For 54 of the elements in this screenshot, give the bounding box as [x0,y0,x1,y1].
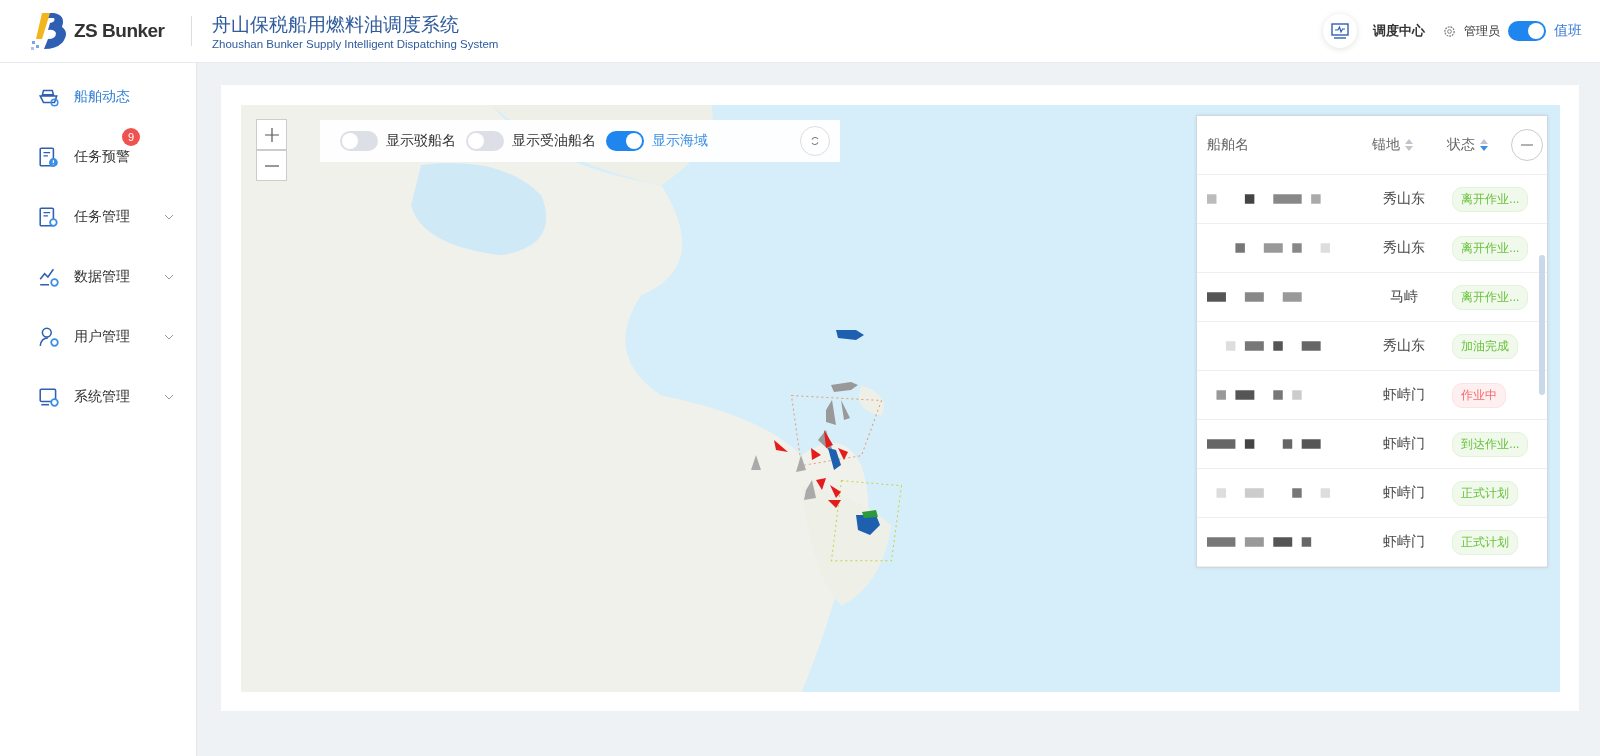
status-tag: 加油完成 [1452,333,1519,359]
sidebar-item[interactable]: 用户管理 [0,307,196,367]
monitor-button[interactable] [1323,14,1357,48]
zoom-out-button[interactable] [256,150,287,181]
anchorage-cell-text: 虾峙门 [1382,484,1427,502]
minus-icon [1521,144,1533,146]
status-tag: 作业中 [1452,382,1507,408]
column-header[interactable]: 船舶名 [1207,136,1372,154]
toggle-label: 显示海域 [652,132,708,150]
status-tag: 离开作业... [1452,235,1529,261]
app-subtitle: Zhoushan Bunker Supply Intelligent Dispatching System [212,38,499,50]
status-tag: 正式计划 [1452,529,1519,555]
toggle-label: 显示驳船名 [386,132,456,150]
collapse-button[interactable] [1511,129,1543,161]
status-tag: 到达作业... [1452,431,1529,457]
zoom-in-button[interactable] [256,119,287,150]
alert-list-icon [38,146,60,168]
duty-label: 值班 [1554,22,1582,40]
status-tag: 离开作业... [1452,186,1529,212]
chart-settings-icon [38,266,60,288]
sidebar-item[interactable]: 任务管理 [0,187,196,247]
anchorage-cell-text: 马峙 [1389,288,1420,306]
anchorage-cell-text: 秀山东 [1382,190,1427,208]
user-settings-icon [38,326,60,348]
toggle-label: 显示受油船名 [512,132,596,150]
anchorage-cell-text: 秀山东 [1382,239,1427,257]
column-header[interactable]: 锚地 [1372,136,1447,154]
anchorage-cell-text: 虾峙门 [1382,533,1427,551]
duty-toggle[interactable] [1508,21,1546,41]
plus-icon [263,126,280,143]
monitor-icon [1331,23,1349,39]
refresh-icon [810,136,820,146]
toggle-switch[interactable] [340,131,378,151]
sidebar-item[interactable]: 数据管理 [0,247,196,307]
anchorage-cell-text: 虾峙门 [1382,435,1427,453]
monitor-settings-icon [38,386,60,408]
app-title: 舟山保税船用燃料油调度系统 [212,13,460,37]
column-header[interactable]: 状态 [1447,136,1507,154]
notification-badge: 9 [122,128,140,146]
status-tag: 正式计划 [1452,480,1519,506]
minus-icon [263,164,280,167]
dispatch-center-link[interactable]: 调度中心 [1373,22,1425,40]
sidebar-item[interactable]: 任务预警 9 [0,127,196,187]
status-tag: 离开作业... [1452,284,1529,310]
sidebar-item[interactable]: 系统管理 [0,367,196,427]
anchorage-cell-text: 秀山东 [1382,337,1427,355]
toggle-switch[interactable] [606,131,644,151]
user-role: 管理员 [1464,22,1500,40]
task-settings-icon [38,206,60,228]
settings-icon[interactable] [1443,24,1456,38]
logo-text: ZS Bunker [74,20,165,42]
anchorage-cell-text: 虾峙门 [1382,386,1427,404]
toggle-switch[interactable] [466,131,504,151]
sidebar-item[interactable]: 船舶动态 [0,67,196,127]
